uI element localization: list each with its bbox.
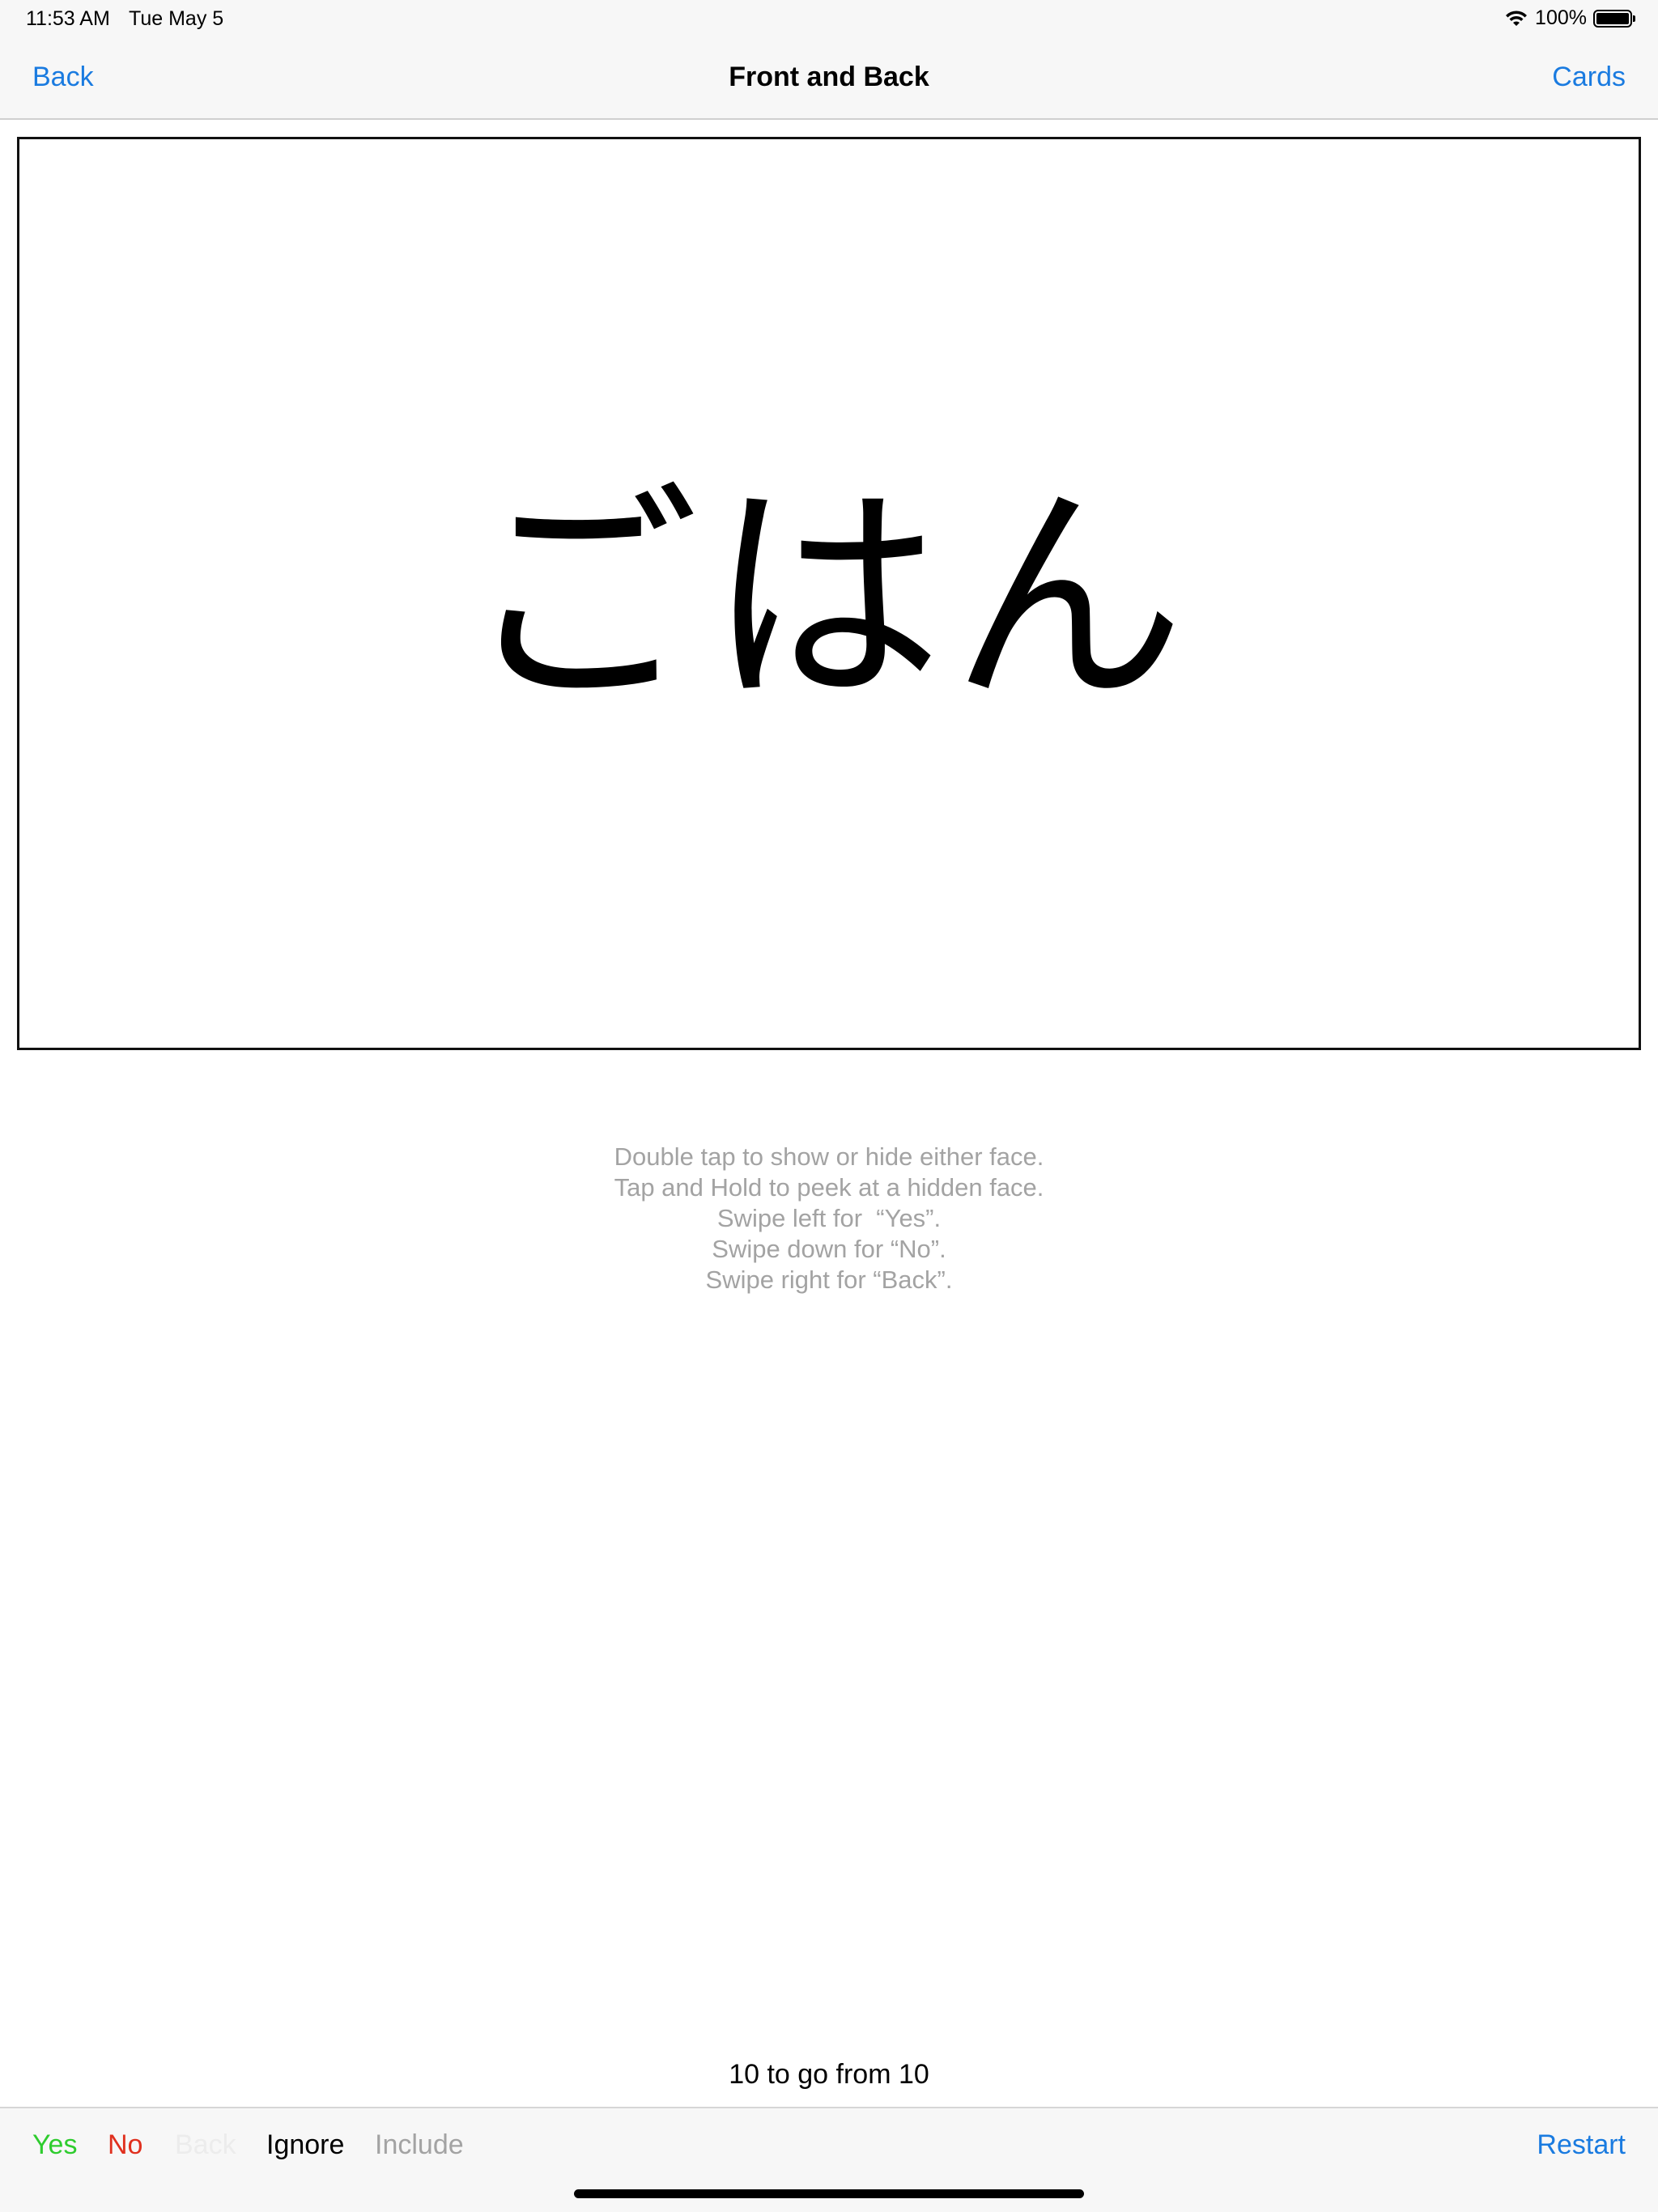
cards-button[interactable]: Cards bbox=[1552, 62, 1626, 93]
instruction-line: Tap and Hold to peek at a hidden face. bbox=[614, 1173, 1044, 1202]
yes-button[interactable]: Yes bbox=[32, 2129, 77, 2161]
wifi-icon bbox=[1504, 10, 1528, 28]
include-button[interactable]: Include bbox=[375, 2129, 464, 2161]
page-title: Front and Back bbox=[729, 62, 929, 92]
instruction-line: Double tap to show or hide either face. bbox=[614, 1142, 1044, 1171]
app-screen: 11:53 AM Tue May 5 100% Back Front and B… bbox=[0, 0, 1658, 2212]
instruction-line: Swipe right for “Back”. bbox=[705, 1266, 953, 1294]
flash-card[interactable]: ごはん bbox=[17, 137, 1641, 1050]
no-button[interactable]: No bbox=[108, 2129, 142, 2161]
toolbar-back-button[interactable]: Back bbox=[175, 2129, 236, 2161]
status-time: 11:53 AM bbox=[26, 7, 110, 30]
status-indicators: 100% bbox=[1504, 6, 1635, 30]
status-bar: 11:53 AM Tue May 5 100% bbox=[0, 0, 1658, 39]
battery-percentage: 100% bbox=[1535, 6, 1587, 29]
navigation-bar: Back Front and Back Cards bbox=[0, 39, 1658, 120]
status-date: Tue May 5 bbox=[129, 7, 224, 30]
gesture-instructions: Double tap to show or hide either face. … bbox=[0, 1142, 1658, 1295]
home-indicator[interactable] bbox=[574, 2189, 1084, 2198]
progress-label: 10 to go from 10 bbox=[729, 2059, 929, 2090]
ignore-button[interactable]: Ignore bbox=[266, 2129, 344, 2161]
battery-fill bbox=[1596, 12, 1629, 24]
battery-icon bbox=[1593, 9, 1635, 28]
card-face-text: ごはん bbox=[465, 462, 1193, 735]
instruction-line: Swipe left for “Yes”. bbox=[716, 1204, 942, 1232]
restart-button[interactable]: Restart bbox=[1537, 2129, 1626, 2161]
instruction-line: Swipe down for “No”. bbox=[712, 1235, 946, 1263]
